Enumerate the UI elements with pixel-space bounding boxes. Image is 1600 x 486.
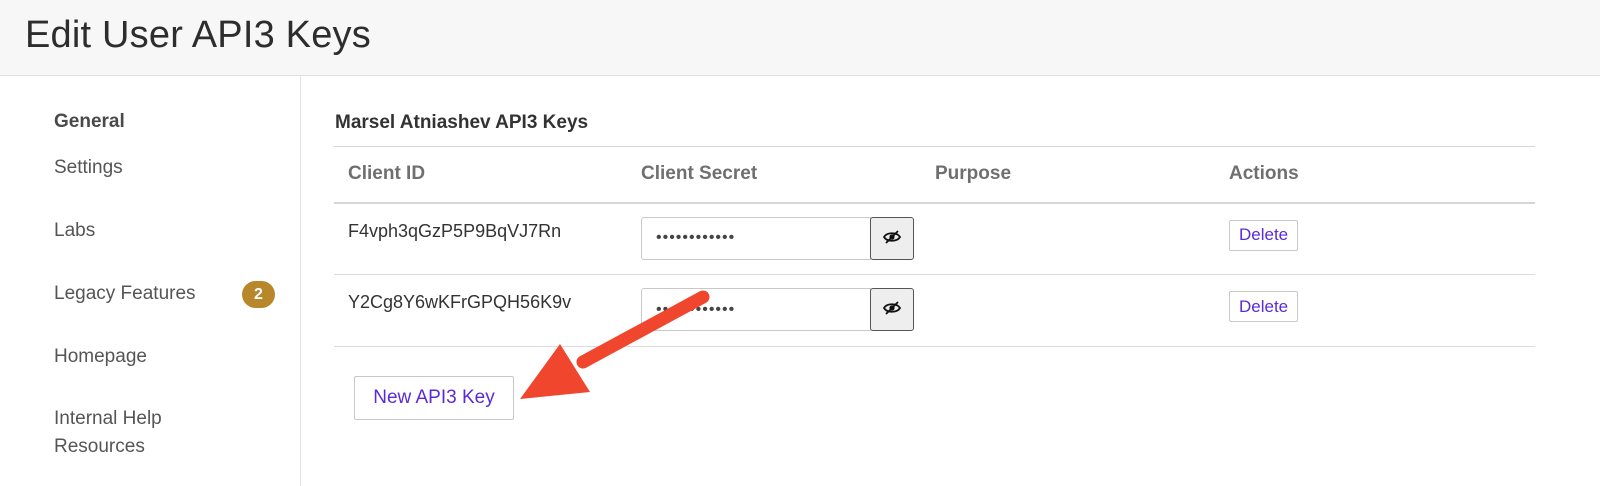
reveal-secret-button[interactable] bbox=[870, 216, 914, 260]
actions-cell: Delete bbox=[1215, 202, 1535, 275]
reveal-secret-button[interactable] bbox=[870, 288, 914, 331]
client-id-cell: Y2Cg8Y6wKFrGPQH56K9v bbox=[334, 274, 627, 347]
page-title: Edit User API3 Keys bbox=[25, 14, 371, 56]
eye-slash-icon bbox=[882, 300, 902, 319]
main-content: Marsel Atniashev API3 Keys Client ID Cli… bbox=[301, 76, 1600, 486]
sidebar-heading-general: General bbox=[54, 111, 125, 132]
client-secret-cell bbox=[627, 202, 921, 275]
purpose-cell bbox=[921, 202, 1215, 275]
eye-slash-icon bbox=[882, 229, 902, 248]
client-secret-field[interactable] bbox=[641, 288, 871, 331]
column-header-client-secret: Client Secret bbox=[627, 146, 921, 204]
purpose-cell bbox=[921, 274, 1215, 347]
actions-cell: Delete bbox=[1215, 274, 1535, 347]
sidebar-item-homepage[interactable]: Homepage bbox=[54, 343, 147, 371]
column-header-purpose: Purpose bbox=[921, 146, 1215, 204]
sidebar-item-settings[interactable]: Settings bbox=[54, 154, 123, 182]
column-header-client-id: Client ID bbox=[334, 146, 627, 204]
legacy-features-count-badge: 2 bbox=[242, 281, 275, 308]
sidebar: General Settings Labs Legacy Features 2 … bbox=[0, 76, 301, 486]
section-title: Marsel Atniashev API3 Keys bbox=[335, 112, 589, 133]
column-header-actions: Actions bbox=[1215, 146, 1535, 204]
client-id-cell: F4vph3qGzP5P9BqVJ7Rn bbox=[334, 202, 627, 275]
delete-key-button[interactable]: Delete bbox=[1229, 219, 1299, 251]
delete-key-button[interactable]: Delete bbox=[1229, 291, 1299, 322]
table-row: F4vph3qGzP5P9BqVJ7Rn •••••••••••• Delete bbox=[334, 202, 1535, 275]
client-secret-cell bbox=[627, 274, 921, 347]
client-secret-field[interactable] bbox=[641, 216, 871, 260]
table-row: Y2Cg8Y6wKFrGPQH56K9v •••••••••••• Delete bbox=[334, 274, 1535, 347]
page-header: Edit User API3 Keys bbox=[0, 0, 1600, 76]
table-header-row: Client ID Client Secret Purpose Actions bbox=[334, 146, 1535, 204]
sidebar-item-legacy-features[interactable]: Legacy Features bbox=[54, 280, 196, 308]
sidebar-item-internal-help-resources[interactable]: Internal Help Resources bbox=[54, 405, 254, 461]
api-keys-table: Client ID Client Secret Purpose Actions … bbox=[334, 146, 1535, 347]
new-api-key-button[interactable]: New API3 Key bbox=[354, 376, 514, 420]
sidebar-item-labs[interactable]: Labs bbox=[54, 217, 95, 245]
